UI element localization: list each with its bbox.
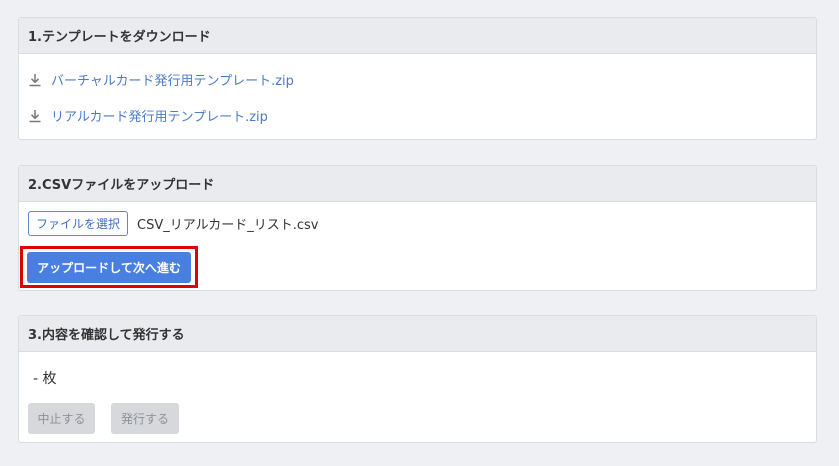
csv-upload-panel: 2.CSVファイルをアップロード ファイルを選択 CSV_リアルカード_リスト.… (18, 165, 817, 291)
card-count: - 枚 (33, 371, 57, 387)
cancel-button[interactable]: 中止する (28, 403, 95, 434)
virtual-card-template-link[interactable]: バーチャルカード発行用テンプレート.zip (28, 70, 294, 89)
issue-button[interactable]: 発行する (111, 403, 179, 434)
link-label[interactable]: バーチャルカード発行用テンプレート.zip (51, 70, 294, 89)
section-title: 3.内容を確認して発行する (19, 316, 816, 352)
confirm-issue-panel: 3.内容を確認して発行する - 枚 中止する 発行する (18, 315, 817, 443)
choose-file-button[interactable]: ファイルを選択 (28, 211, 129, 236)
download-icon (29, 109, 41, 122)
link-label[interactable]: リアルカード発行用テンプレート.zip (51, 106, 268, 125)
section-title: 2.CSVファイルをアップロード (19, 166, 816, 202)
section-title: 1.テンプレートをダウンロード (19, 18, 816, 54)
download-icon (29, 73, 41, 86)
file-input-row: ファイルを選択 CSV_リアルカード_リスト.csv (28, 211, 318, 236)
selected-file-name: CSV_リアルカード_リスト.csv (137, 218, 319, 233)
template-download-panel: 1.テンプレートをダウンロード バーチャルカード発行用テンプレート.zip リア… (18, 17, 817, 140)
upload-next-button[interactable]: アップロードして次へ進む (27, 252, 191, 283)
real-card-template-link[interactable]: リアルカード発行用テンプレート.zip (28, 106, 268, 125)
